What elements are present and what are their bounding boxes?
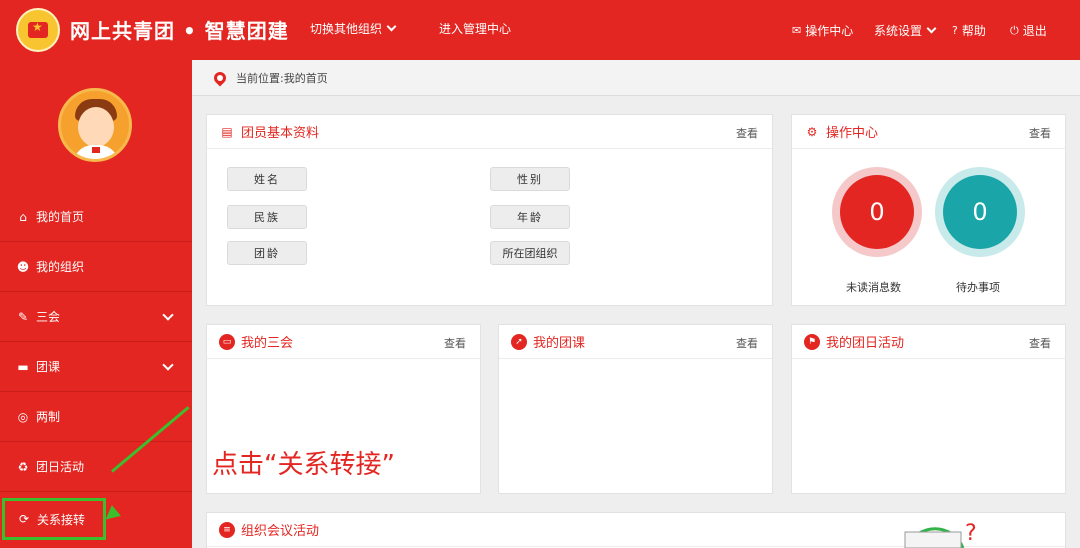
my-activities-panel: ⚑ 我的团日活动 查看 [791, 324, 1066, 494]
help-illustration-icon: ? [904, 521, 977, 548]
instruction-annotation: 点击“关系转接” [212, 450, 395, 480]
sidebar-item-label: 三会 [36, 310, 61, 324]
field-age: 年龄 [490, 205, 570, 229]
sidebar-item-three-meetings[interactable]: ✎ 三会 [0, 292, 192, 342]
chevron-down-icon [162, 309, 174, 321]
sidebar-item-home[interactable]: ⌂ 我的首页 [0, 192, 192, 242]
panel-header: ➚ 我的团课 查看 [499, 325, 772, 359]
folder-icon: ▬ [17, 359, 29, 374]
help-label: 帮助 [961, 24, 986, 38]
sidebar-item-label: 两制 [36, 410, 61, 424]
rocket-icon: ➚ [511, 333, 527, 350]
avatar [58, 88, 132, 162]
gear-icon: ⚙ [806, 124, 818, 139]
sidebar-item-relation-transfer[interactable]: ⟳ 关系接转 [2, 498, 106, 540]
sidebar-item-label: 团日活动 [36, 460, 85, 474]
system-settings-menu[interactable]: 系统设置 [874, 22, 937, 39]
app-title: 网上共青团 • 智慧团建 [70, 19, 289, 43]
refresh-icon: ⟳ [18, 512, 30, 526]
list-icon: ≡ [219, 521, 235, 538]
panel-title: 我的团课 [533, 336, 586, 351]
power-icon: ⏻ [1010, 23, 1019, 37]
switch-org-menu[interactable]: 切换其他组织 [310, 20, 397, 37]
flag-icon: ⚑ [804, 333, 820, 350]
breadcrumb: 当前位置:我的首页 [192, 60, 1080, 96]
panel-header: ▭ 我的三会 查看 [207, 325, 480, 359]
switch-org-label: 切换其他组织 [310, 22, 383, 36]
view-more-link[interactable]: 查看 [1029, 335, 1051, 351]
logout-label: 退出 [1022, 24, 1047, 38]
view-more-link[interactable]: 查看 [444, 335, 466, 351]
top-bar: 网上共青团 • 智慧团建 切换其他组织 进入管理中心 ✉操作中心 系统设置 ?帮… [0, 0, 1080, 60]
system-settings-label: 系统设置 [874, 24, 923, 38]
todo-counter[interactable]: 0 [935, 167, 1025, 257]
panel-header: ⚑ 我的团日活动 查看 [792, 325, 1065, 359]
meeting-icon: ▭ [219, 333, 235, 350]
breadcrumb-text: 当前位置:我的首页 [236, 71, 328, 85]
svg-text:?: ? [965, 521, 977, 546]
panel-title: 团员基本资料 [241, 126, 320, 141]
profile-panel: ▤ 团员基本资料 查看 姓名 性别 民族 年龄 团龄 所在团组织 [206, 114, 773, 306]
admin-center-link[interactable]: 进入管理中心 [439, 20, 511, 37]
unread-label: 未读消息数 [846, 281, 901, 294]
sidebar-item-label: 我的组织 [36, 260, 85, 274]
unread-messages-counter[interactable]: 0 [832, 167, 922, 257]
help-link[interactable]: ? 帮助 [952, 22, 986, 39]
edit-icon: ✎ [17, 309, 29, 324]
envelope-icon: ✉ [792, 24, 802, 37]
field-gender: 性别 [490, 167, 570, 191]
field-name: 姓名 [227, 167, 307, 191]
location-pin-icon [211, 69, 229, 86]
sidebar-item-my-org[interactable]: ☻ 我的组织 [0, 242, 192, 292]
panel-header: ▤ 团员基本资料 查看 [207, 115, 772, 149]
chevron-down-icon [386, 21, 397, 32]
field-league-org: 所在团组织 [490, 241, 570, 265]
league-logo-icon [16, 8, 60, 52]
view-more-link[interactable]: 查看 [1029, 125, 1051, 141]
sidebar-item-label: 关系接转 [37, 512, 86, 527]
ops-center-panel: ⚙ 操作中心 查看 0 0 未读消息数 待办事项 [791, 114, 1066, 306]
panel-title: 我的团日活动 [826, 336, 905, 351]
question-icon: ? [952, 24, 958, 37]
sidebar-item-activities[interactable]: ♻ 团日活动 [0, 442, 192, 492]
recycle-icon: ♻ [17, 459, 29, 474]
panel-title: 操作中心 [826, 126, 879, 141]
todo-count: 0 [943, 175, 1017, 249]
field-ethnicity: 民族 [227, 205, 307, 229]
chevron-down-icon [162, 359, 174, 371]
chevron-down-icon [926, 23, 937, 33]
ops-center-label: 操作中心 [805, 24, 854, 38]
view-more-link[interactable]: 查看 [736, 125, 758, 141]
sidebar-item-label: 团课 [36, 360, 61, 374]
field-league-age: 团龄 [227, 241, 307, 265]
todo-label: 待办事项 [956, 281, 1000, 294]
sidebar-item-label: 我的首页 [36, 210, 85, 224]
sidebar-item-courses[interactable]: ▬ 团课 [0, 342, 192, 392]
home-icon: ⌂ [19, 209, 27, 224]
ops-center-link[interactable]: ✉ 操作中心 [792, 22, 853, 39]
my-courses-panel: ➚ 我的团课 查看 [498, 324, 773, 494]
sidebar: ⌂ 我的首页 ☻ 我的组织 ✎ 三会 ▬ 团课 ◎ 两制 ♻ 团日活动 ⟳ 关系接转 [0, 60, 192, 548]
sidebar-item-two-systems[interactable]: ◎ 两制 [0, 392, 192, 442]
view-more-link[interactable]: 查看 [736, 335, 758, 351]
logout-link[interactable]: ⏻ 退出 [1010, 22, 1047, 39]
panel-title: 组织会议活动 [241, 524, 320, 539]
users-icon: ☻ [16, 259, 30, 274]
unread-count: 0 [840, 175, 914, 249]
id-card-icon: ▤ [221, 124, 233, 139]
panel-title: 我的三会 [241, 336, 294, 351]
target-icon: ◎ [17, 409, 29, 424]
panel-header: ⚙ 操作中心 查看 [792, 115, 1065, 149]
